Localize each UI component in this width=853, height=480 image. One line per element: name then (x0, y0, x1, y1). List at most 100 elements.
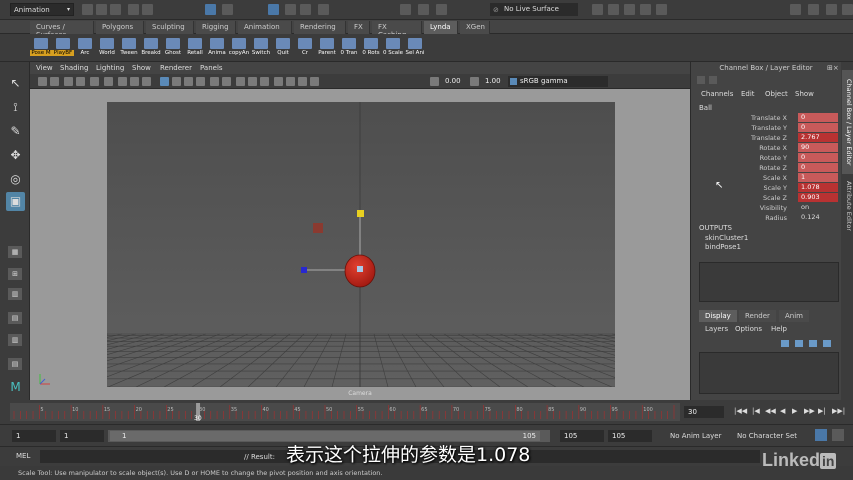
isolate-select-icon[interactable] (274, 77, 283, 86)
snap-grid-icon[interactable] (268, 4, 279, 15)
channel-row[interactable]: Rotate X 90 (691, 143, 841, 153)
preferences-icon[interactable] (832, 429, 844, 441)
channel-label[interactable]: Translate Z (751, 134, 787, 142)
output-node-skincluster1[interactable]: skinCluster1 (705, 234, 748, 242)
channel-label[interactable]: Rotate Y (760, 154, 787, 162)
gamma-field[interactable]: 1.00 (482, 76, 504, 87)
layer-tab-display[interactable]: Display (699, 310, 737, 322)
new-empty-layer-icon[interactable] (809, 340, 817, 347)
snap-curve-icon[interactable] (285, 4, 296, 15)
history-icon[interactable] (318, 4, 329, 15)
xray-mode-icon[interactable] (286, 77, 295, 86)
channel-row[interactable]: Rotate Y 0 (691, 153, 841, 163)
channel-value-field[interactable]: 0 (798, 153, 838, 162)
scale-manip-z-handle[interactable] (301, 267, 307, 273)
channel-value-field[interactable]: 90 (798, 143, 838, 152)
auto-key-icon[interactable] (815, 429, 827, 441)
grid-toggle-icon[interactable] (640, 4, 651, 15)
channel-label[interactable]: Rotate X (759, 144, 787, 152)
shelf-button-breakd[interactable]: Breakd (140, 38, 162, 58)
show-channel-box-icon[interactable] (842, 4, 853, 15)
render-frame-icon[interactable] (400, 4, 411, 15)
channel-row[interactable]: Scale Z 0.903 (691, 193, 841, 203)
step-forward-key-icon[interactable]: ▶▶ (804, 407, 815, 415)
grease-pencil-icon[interactable] (90, 77, 99, 86)
channel-box-menu-edit[interactable]: Edit (741, 90, 755, 98)
shelf-button-0-tran[interactable]: 0 Tran (338, 38, 360, 58)
scale-manip-center-handle[interactable] (357, 266, 363, 272)
layer-menu-help[interactable]: Help (771, 325, 787, 333)
channel-row[interactable]: Scale X 1 (691, 173, 841, 183)
shelf-button-pose-m[interactable]: Pose M (30, 38, 52, 58)
color-space-dropdown[interactable]: sRGB gamma (508, 76, 608, 87)
viewport-menu-lighting[interactable]: Lighting (96, 64, 124, 72)
camera-attributes-icon[interactable] (38, 77, 47, 86)
current-frame-field[interactable]: 30 (684, 406, 724, 418)
shelf-tab-lynda[interactable]: Lynda (424, 21, 458, 34)
channel-value-field[interactable]: 1 (798, 173, 838, 182)
selected-object-name[interactable]: Ball (699, 104, 712, 112)
play-backwards-icon[interactable]: ◀ (780, 407, 785, 415)
lasso-tool-icon[interactable]: ⟟ (6, 98, 25, 117)
shelf-button-sel-ani[interactable]: Sel Ani (404, 38, 426, 58)
four-pane-layout-icon[interactable]: ⊞ (8, 268, 22, 280)
channel-box-toggle-icon[interactable] (697, 76, 705, 84)
select-by-object-icon[interactable] (205, 4, 216, 15)
channel-row[interactable]: Translate Y 0 (691, 123, 841, 133)
shelf-button-quit[interactable]: Quit (272, 38, 294, 58)
viewport-menu-renderer[interactable]: Renderer (160, 64, 192, 72)
shelf-button-cr[interactable]: Cr (294, 38, 316, 58)
rotate-tool-icon[interactable]: ◎ (6, 170, 25, 189)
select-mode-icon[interactable] (222, 4, 233, 15)
symmetry-icon[interactable] (592, 4, 603, 15)
time-slider[interactable]: 5 10 15 20 25 30 35 40 45 50 55 60 65 70 75 80 85 90 95 100… (0, 400, 853, 424)
shelf-button-tween[interactable]: Tween (118, 38, 140, 58)
animation-end-field[interactable]: 105 (608, 430, 652, 442)
show-attribute-editor-icon[interactable] (808, 4, 819, 15)
snap-point-icon[interactable] (300, 4, 311, 15)
channel-label[interactable]: Translate X (751, 114, 787, 122)
save-scene-icon[interactable] (110, 4, 121, 15)
new-layer-from-selected-icon[interactable] (823, 340, 831, 347)
scale-manip-y-handle[interactable] (357, 210, 364, 217)
command-input[interactable] (40, 450, 240, 463)
layer-tab-render[interactable]: Render (739, 310, 776, 322)
shelf-tab-animation[interactable]: Animation (238, 21, 292, 34)
shelf-button-ghost[interactable]: Ghost (162, 38, 184, 58)
custom-layout-icon[interactable]: ▤ (8, 358, 22, 370)
redo-icon[interactable] (142, 4, 153, 15)
camera-icon[interactable] (624, 4, 635, 15)
isolate-icon[interactable] (656, 4, 667, 15)
open-scene-icon[interactable] (96, 4, 107, 15)
shelf-tab-sculpting[interactable]: Sculpting (146, 21, 194, 34)
xray-icon[interactable] (608, 4, 619, 15)
textured-icon[interactable] (196, 77, 205, 86)
go-to-end-icon[interactable]: ▶▶| (832, 407, 845, 415)
layer-menu-options[interactable]: Options (735, 325, 762, 333)
persp-graph-layout-icon[interactable]: ▥ (8, 334, 22, 346)
anti-aliasing-icon[interactable] (260, 77, 269, 86)
step-back-key-icon[interactable]: ◀◀ (765, 407, 776, 415)
anim-layer-dropdown[interactable]: No Anim Layer (670, 432, 721, 440)
time-slider-track[interactable]: 5 10 15 20 25 30 35 40 45 50 55 60 65 70 75 80 85 90 95 100… (10, 403, 680, 422)
shelf-tab-fx-caching[interactable]: FX Caching (372, 21, 422, 39)
film-gate-icon[interactable] (118, 77, 127, 86)
shelf-button-parent[interactable]: Parent (316, 38, 338, 58)
xray-components-icon[interactable] (310, 77, 319, 86)
channel-box-menu-show[interactable]: Show (795, 90, 814, 98)
channel-label[interactable]: Scale Y (763, 184, 787, 192)
channel-value-field[interactable]: 1.078 (798, 183, 838, 192)
shelf-tab-rendering[interactable]: Rendering (294, 21, 346, 34)
viewport-menu-shading[interactable]: Shading (60, 64, 88, 72)
shelf-button-arc[interactable]: Arc (74, 38, 96, 58)
shelf-button-0-rots[interactable]: 0 Rots (360, 38, 382, 58)
shelf-button-copyan[interactable]: copyAn (228, 38, 250, 58)
viewport-panel[interactable]: View Shading Lighting Show Renderer Panels 0.… (30, 62, 690, 400)
move-tool-icon[interactable]: ✥ (6, 146, 25, 165)
camera-bookmark-icon[interactable] (50, 77, 59, 86)
shelf-button-anima[interactable]: Anima (206, 38, 228, 58)
shelf-tab-polygons[interactable]: Polygons (96, 21, 144, 34)
channel-label[interactable]: Translate Y (751, 124, 787, 132)
show-tool-settings-icon[interactable] (826, 4, 837, 15)
shelf-button-playbf[interactable]: PlayBF (52, 38, 74, 58)
